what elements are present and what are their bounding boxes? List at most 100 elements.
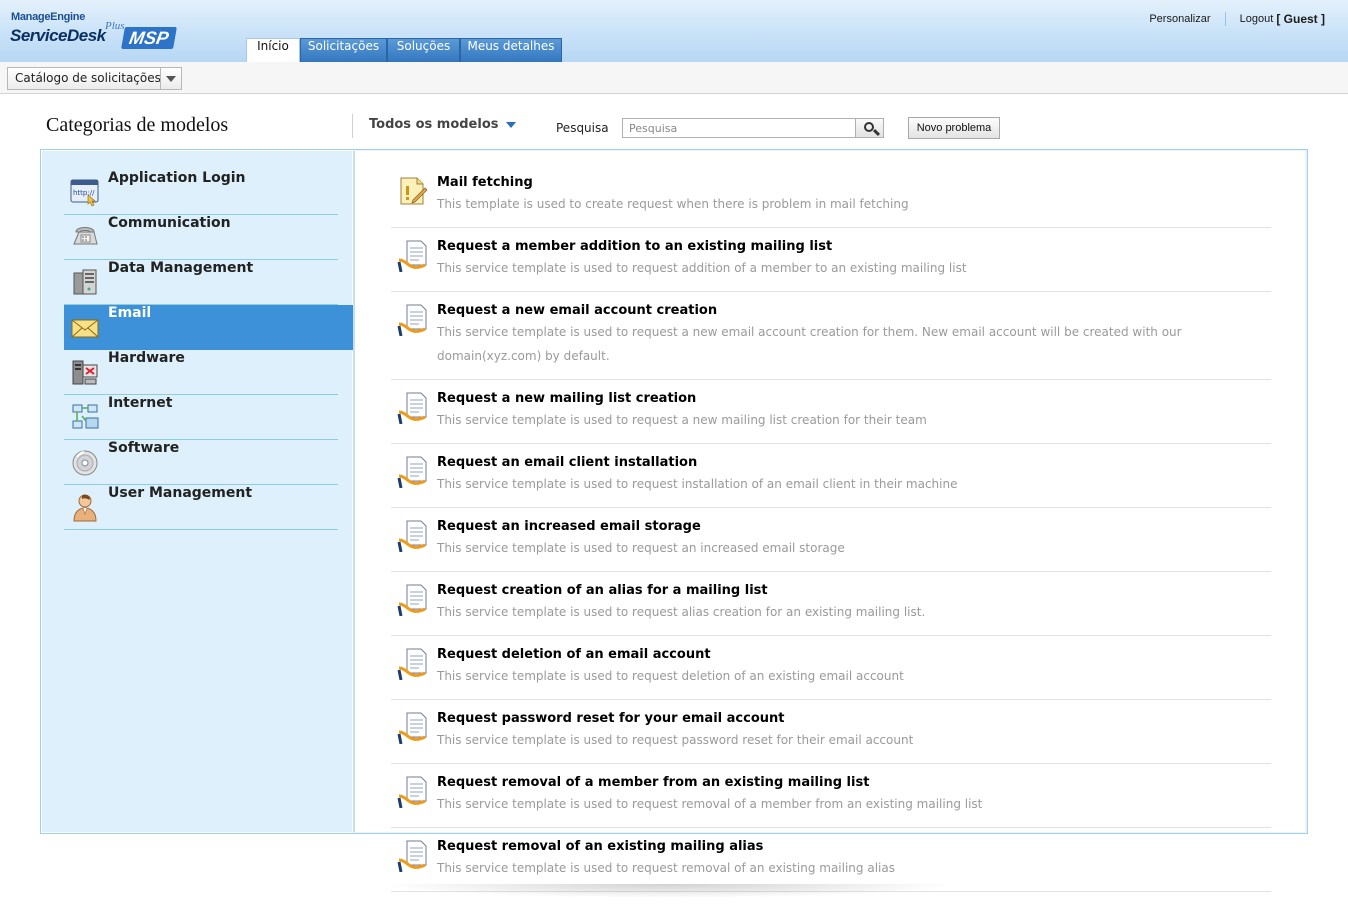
service-request-icon bbox=[397, 774, 429, 809]
template-description: This service template is used to request… bbox=[437, 797, 983, 811]
template-title[interactable]: Request removal of an existing mailing a… bbox=[437, 838, 1271, 856]
logo-servicedesk: ServiceDesk bbox=[10, 26, 106, 45]
catalog-dropdown[interactable]: Catálogo de solicitações bbox=[7, 67, 182, 90]
template-title[interactable]: Request an email client installation bbox=[437, 454, 1271, 472]
title-divider bbox=[352, 114, 353, 138]
sub-toolbar: Catálogo de solicitações bbox=[0, 62, 1348, 94]
template-title[interactable]: Request deletion of an email account bbox=[437, 646, 1271, 664]
category-item-internet[interactable]: Internet bbox=[64, 395, 338, 440]
network-icon bbox=[70, 402, 100, 432]
template-title[interactable]: Request creation of an alias for a maili… bbox=[437, 582, 1271, 600]
app-header: ManageEngine ServiceDesk Plus MSP Person… bbox=[0, 0, 1348, 62]
chevron-down-icon[interactable] bbox=[160, 68, 181, 89]
category-label: Application Login bbox=[108, 170, 246, 186]
template-item-account-deletion[interactable]: Request deletion of an email account Thi… bbox=[391, 636, 1271, 700]
template-description: This service template is used to request… bbox=[437, 861, 895, 875]
logo-manageengine: ManageEngine bbox=[11, 11, 86, 23]
browser-login-icon: http:// bbox=[70, 177, 100, 207]
category-item-software[interactable]: Software bbox=[64, 440, 338, 485]
template-list-area: Mail fetching This template is used to c… bbox=[353, 151, 1305, 892]
cd-disc-icon bbox=[70, 447, 100, 477]
search-input[interactable] bbox=[622, 118, 856, 138]
logout-link[interactable]: Logout bbox=[1240, 13, 1274, 25]
template-title[interactable]: Request password reset for your email ac… bbox=[437, 710, 1271, 728]
template-description: This service template is used to request… bbox=[437, 541, 845, 555]
category-item-user-management[interactable]: User Management bbox=[64, 485, 338, 530]
template-item-email-client-installation[interactable]: Request an email client installation Thi… bbox=[391, 444, 1271, 508]
template-description: This template is used to create request … bbox=[437, 197, 909, 211]
template-description: This service template is used to request… bbox=[437, 325, 1182, 363]
template-description: This service template is used to request… bbox=[437, 605, 926, 619]
caret-down-icon bbox=[505, 121, 516, 128]
telephone-icon bbox=[70, 222, 100, 252]
new-problem-button[interactable]: Novo problema bbox=[908, 117, 1000, 139]
template-title[interactable]: Request removal of a member from an exis… bbox=[437, 774, 1271, 792]
category-sidebar: http:// Application Login Communication … bbox=[41, 150, 354, 833]
template-filter-dropdown[interactable]: Todos os modelos bbox=[369, 117, 516, 132]
tab-solucoes[interactable]: Soluções bbox=[387, 38, 460, 62]
search-button[interactable] bbox=[855, 118, 884, 138]
template-title[interactable]: Request a new email account creation bbox=[437, 302, 1271, 320]
template-list: Mail fetching This template is used to c… bbox=[391, 164, 1271, 892]
category-item-communication[interactable]: Communication bbox=[64, 215, 338, 260]
category-item-email[interactable]: Email bbox=[64, 305, 354, 350]
tab-solicitacoes[interactable]: Solicitações bbox=[300, 38, 387, 62]
template-title[interactable]: Mail fetching bbox=[437, 174, 1271, 192]
top-links-divider bbox=[1224, 12, 1226, 26]
page-title: Categorias de modelos bbox=[46, 114, 229, 136]
category-label: User Management bbox=[108, 485, 253, 501]
service-request-icon bbox=[397, 518, 429, 553]
category-label: Hardware bbox=[108, 350, 185, 366]
template-title[interactable]: Request an increased email storage bbox=[437, 518, 1271, 536]
category-label: Data Management bbox=[108, 260, 254, 276]
template-description: This service template is used to request… bbox=[437, 669, 904, 683]
top-links: Personalizar Logout [ Guest ] bbox=[1149, 12, 1325, 26]
service-request-icon bbox=[397, 646, 429, 681]
template-item-alias-creation[interactable]: Request creation of an alias for a maili… bbox=[391, 572, 1271, 636]
service-request-icon bbox=[397, 710, 429, 745]
template-description: This service template is used to request… bbox=[437, 477, 958, 491]
catalog-dropdown-value: Catálogo de solicitações bbox=[15, 71, 161, 85]
template-item-member-addition[interactable]: Request a member addition to an existing… bbox=[391, 228, 1271, 292]
service-request-icon bbox=[397, 238, 429, 273]
incident-note-icon bbox=[397, 174, 429, 208]
category-label: Software bbox=[108, 440, 180, 456]
template-item-alias-removal[interactable]: Request removal of an existing mailing a… bbox=[391, 828, 1271, 892]
template-item-increased-storage[interactable]: Request an increased email storage This … bbox=[391, 508, 1271, 572]
footer-shadow bbox=[380, 884, 960, 898]
personalize-link[interactable]: Personalizar bbox=[1149, 13, 1210, 25]
template-item-new-email-account[interactable]: Request a new email account creation Thi… bbox=[391, 292, 1271, 380]
logo-plus: Plus bbox=[105, 20, 125, 32]
service-request-icon bbox=[397, 454, 429, 489]
template-item-member-removal[interactable]: Request removal of a member from an exis… bbox=[391, 764, 1271, 828]
logo-msp: MSP bbox=[121, 27, 177, 49]
template-title[interactable]: Request a new mailing list creation bbox=[437, 390, 1271, 408]
category-label: Internet bbox=[108, 395, 173, 411]
template-title[interactable]: Request a member addition to an existing… bbox=[437, 238, 1271, 256]
template-description: This service template is used to request… bbox=[437, 413, 927, 427]
tab-meus-detalhes[interactable]: Meus detalhes bbox=[460, 38, 562, 62]
category-item-data-management[interactable]: Data Management bbox=[64, 260, 338, 305]
templates-panel: http:// Application Login Communication … bbox=[40, 149, 1308, 892]
envelope-icon bbox=[70, 312, 100, 342]
template-item-mail-fetching[interactable]: Mail fetching This template is used to c… bbox=[391, 164, 1271, 228]
template-description: This service template is used to request… bbox=[437, 733, 914, 747]
category-item-application-login[interactable]: http:// Application Login bbox=[64, 170, 338, 215]
svg-text:http://: http:// bbox=[73, 189, 95, 197]
search-label: Pesquisa bbox=[556, 121, 609, 135]
service-request-icon bbox=[397, 302, 429, 337]
tab-inicio[interactable]: Início bbox=[246, 38, 300, 62]
service-request-icon bbox=[397, 390, 429, 425]
user-person-icon bbox=[70, 492, 100, 522]
category-item-hardware[interactable]: Hardware bbox=[64, 350, 338, 395]
template-filter-label: Todos os modelos bbox=[369, 117, 499, 132]
category-label: Communication bbox=[108, 215, 231, 231]
service-request-icon bbox=[397, 838, 429, 873]
hardware-pc-icon bbox=[70, 357, 100, 387]
servicedesk-plus-msp-logo[interactable]: ManageEngine ServiceDesk Plus MSP bbox=[10, 10, 180, 54]
category-label: Email bbox=[108, 305, 152, 321]
template-description: This service template is used to request… bbox=[437, 261, 967, 275]
template-item-password-reset[interactable]: Request password reset for your email ac… bbox=[391, 700, 1271, 764]
template-item-new-mailing-list[interactable]: Request a new mailing list creation This… bbox=[391, 380, 1271, 444]
current-user: [ Guest ] bbox=[1276, 12, 1325, 26]
